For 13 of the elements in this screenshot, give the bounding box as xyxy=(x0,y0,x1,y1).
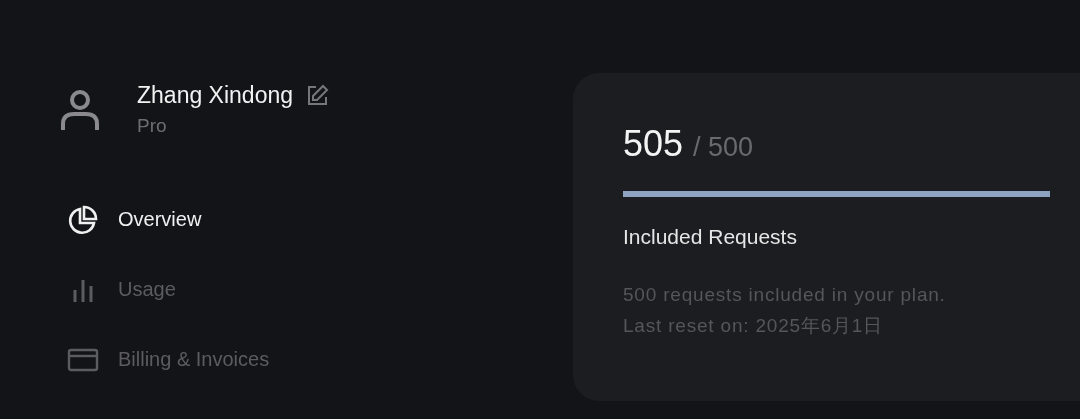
edit-icon[interactable] xyxy=(305,83,329,108)
used-count: 505 xyxy=(623,123,684,165)
user-icon xyxy=(60,88,100,132)
nav-item[interactable]: Billing & Invoices xyxy=(67,339,270,380)
description-line: Last reset on: 2025年6月1日 xyxy=(623,314,883,338)
description-line: 500 requests included in your plan. xyxy=(623,283,946,307)
card-title: Included Requests xyxy=(623,225,798,249)
user-name: Zhang Xindong xyxy=(137,82,293,109)
nav-item[interactable]: Overview xyxy=(67,199,202,240)
total-count: / 500 xyxy=(693,132,754,163)
nav-item[interactable]: Usage xyxy=(67,269,176,310)
plan-label: Pro xyxy=(137,115,167,137)
pie-chart-icon xyxy=(67,203,99,236)
